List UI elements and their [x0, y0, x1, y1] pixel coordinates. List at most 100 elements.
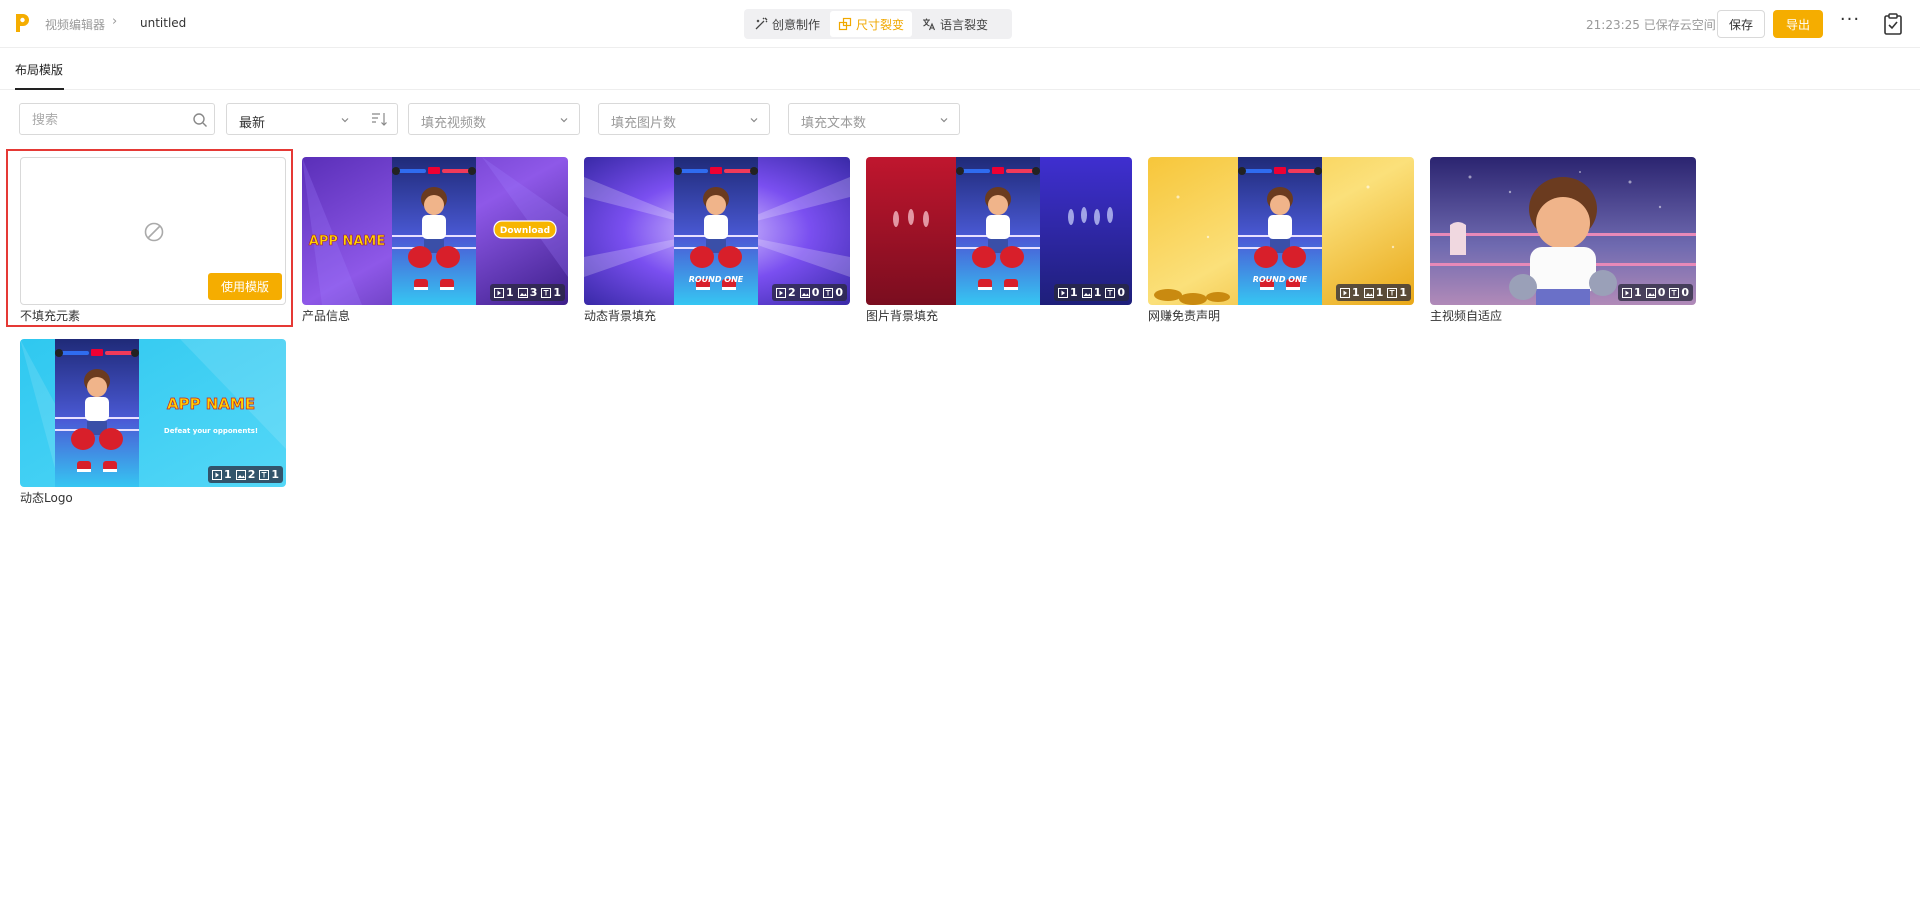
video-count-icon — [776, 287, 787, 298]
template-card[interactable]: ROUND ONE 1 1 1 网赚免责声明 — [1148, 157, 1414, 327]
element-count-badges: 1 2 1 — [208, 466, 283, 483]
mode-label: 语言裂变 — [940, 17, 989, 32]
mode-tab-creative[interactable]: 创意制作 — [746, 11, 828, 37]
template-name: 图片背景填充 — [866, 309, 939, 323]
image-count-select[interactable]: 填充图片数 — [598, 103, 770, 135]
text-count: 0 — [1117, 286, 1125, 299]
video-count: 2 — [788, 286, 796, 299]
video-count: 1 — [1070, 286, 1078, 299]
save-button[interactable]: 保存 — [1717, 10, 1765, 38]
save-status: 21:23:25 已保存云空间 — [1586, 18, 1716, 32]
image-count-icon — [1081, 287, 1092, 298]
image-count: 1 — [1093, 286, 1102, 299]
translate-icon — [923, 18, 936, 31]
text-count: 1 — [553, 286, 561, 299]
element-count-badges: 1 3 1 — [490, 284, 565, 301]
more-options-icon[interactable]: ··· — [1838, 11, 1862, 34]
chevron-down-icon — [560, 118, 568, 123]
text-count-icon — [1669, 287, 1680, 298]
no-content-icon — [144, 222, 164, 242]
video-count: 1 — [1634, 286, 1642, 299]
thumb-download: Download — [500, 226, 550, 236]
search-box — [19, 103, 215, 135]
use-template-button[interactable]: 使用模版 — [208, 273, 282, 300]
sort-select[interactable]: 最新 — [226, 103, 361, 135]
template-name: 主视频自适应 — [1430, 309, 1503, 323]
sort-icon — [372, 113, 387, 126]
chevron-right-icon: › — [112, 14, 118, 29]
mode-label: 尺寸裂变 — [856, 17, 905, 32]
magic-wand-icon — [755, 17, 768, 30]
thumb-app-name: APP NAME — [167, 395, 255, 413]
element-count-badges: 1 1 0 — [1054, 284, 1129, 301]
template-thumb: APP NAME Defeat your opponents! 1 2 1 — [20, 339, 286, 487]
template-card[interactable]: 1 0 0 主视频自适应 — [1430, 157, 1696, 327]
image-count-icon — [1645, 287, 1656, 298]
text-count-select[interactable]: 填充文本数 — [788, 103, 960, 135]
element-count-badges: 1 1 1 — [1336, 284, 1411, 301]
video-count: 1 — [1352, 286, 1360, 299]
video-count-select[interactable]: 填充视频数 — [408, 103, 580, 135]
image-count-icon — [799, 287, 810, 298]
thumb-app-name: APP NAME — [309, 234, 385, 249]
image-count-icon — [1363, 287, 1374, 298]
element-count-badges: 1 0 0 — [1618, 284, 1693, 301]
tab-bar: 布局模版 — [0, 48, 1920, 90]
template-thumb: 1 0 0 — [1430, 157, 1696, 305]
video-count-icon — [212, 469, 223, 480]
template-card[interactable]: ROUND ONE 2 0 0 动态背景填充 — [584, 157, 850, 327]
text-count: 0 — [835, 286, 843, 299]
sort-order-button[interactable] — [360, 103, 398, 135]
image-count: 2 — [247, 468, 256, 481]
video-count: 1 — [506, 286, 514, 299]
thumb-tagline: Defeat your opponents! — [164, 427, 258, 435]
breadcrumb-file-name[interactable]: untitled — [140, 16, 186, 30]
text-count-icon — [541, 287, 552, 298]
text-count: 1 — [1399, 286, 1407, 299]
tab-layout-templates[interactable]: 布局模版 — [15, 61, 63, 78]
image-count-icon — [517, 287, 528, 298]
template-name: 动态背景填充 — [584, 309, 657, 323]
chevron-down-icon — [750, 118, 758, 123]
resize-icon — [838, 17, 852, 31]
thumb-round-one: ROUND ONE — [689, 275, 744, 284]
text-count-icon — [1387, 287, 1398, 298]
text-count-icon — [259, 469, 270, 480]
image-count-icon — [235, 469, 246, 480]
template-thumb: ROUND ONE 1 1 1 — [1148, 157, 1414, 305]
search-icon[interactable] — [192, 112, 208, 128]
template-card[interactable]: APP NAME Download 1 3 1 产品信息 — [302, 157, 568, 327]
text-count-icon — [823, 287, 834, 298]
image-count: 0 — [811, 286, 820, 299]
template-card-empty[interactable]: 使用模版 不填充元素 — [20, 157, 286, 327]
task-list-icon[interactable] — [1883, 13, 1903, 35]
mode-tab-language[interactable]: 语言裂变 — [914, 11, 996, 37]
breadcrumb-app[interactable]: 视频编辑器 — [45, 16, 105, 33]
active-tab-indicator — [15, 88, 64, 90]
mode-tab-resize[interactable]: 尺寸裂变 — [830, 11, 913, 37]
video-count-icon — [1058, 287, 1069, 298]
mode-label: 创意制作 — [772, 17, 821, 32]
text-count-icon — [1105, 287, 1116, 298]
template-thumb: 1 1 0 — [866, 157, 1132, 305]
image-count-placeholder: 填充图片数 — [611, 116, 677, 131]
template-card[interactable]: 1 1 0 图片背景填充 — [866, 157, 1132, 327]
video-count: 1 — [224, 468, 232, 481]
image-count: 0 — [1657, 286, 1666, 299]
template-thumb: ROUND ONE 2 0 0 — [584, 157, 850, 305]
top-bar: 视频编辑器 › untitled 创意制作 尺寸裂变 语言裂变 21:23:25… — [0, 0, 1920, 48]
template-card[interactable]: APP NAME Defeat your opponents! 1 2 1 动态… — [20, 339, 286, 509]
text-count-placeholder: 填充文本数 — [801, 116, 867, 131]
search-input[interactable] — [32, 111, 192, 129]
sort-select-value: 最新 — [239, 116, 266, 131]
text-count: 0 — [1681, 286, 1689, 299]
template-name: 动态Logo — [20, 491, 73, 505]
template-name: 产品信息 — [302, 309, 351, 323]
image-count: 3 — [529, 286, 538, 299]
element-count-badges: 2 0 0 — [772, 284, 847, 301]
mode-switcher: 创意制作 尺寸裂变 语言裂变 — [744, 9, 1012, 39]
template-thumb-empty: 使用模版 — [20, 157, 286, 305]
export-button[interactable]: 导出 — [1773, 10, 1823, 38]
chevron-down-icon — [341, 118, 349, 123]
text-count: 1 — [271, 468, 279, 481]
